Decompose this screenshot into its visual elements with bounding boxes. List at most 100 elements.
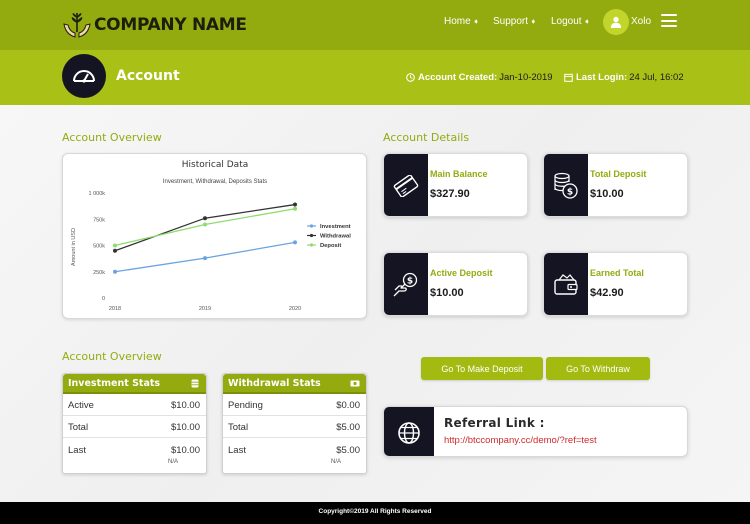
- divider: [63, 415, 206, 416]
- user-avatar[interactable]: [603, 9, 629, 35]
- stats-row-sub: N/A: [330, 459, 341, 465]
- overview-title: Account Overview: [62, 131, 162, 144]
- referral-title: Referral Link :: [444, 416, 545, 430]
- nav-home[interactable]: Home ➧: [444, 16, 479, 27]
- stats-row-value: $10.00: [170, 400, 200, 411]
- sign-in-icon: ➧: [583, 17, 591, 26]
- database-icon: [191, 379, 199, 388]
- main-balance-label: Main Balance: [430, 169, 488, 179]
- account-created-label: Account Created:: [418, 72, 498, 83]
- chart-title: Historical Data: [182, 160, 249, 170]
- make-deposit-button[interactable]: Go To Make Deposit: [421, 357, 543, 380]
- data-point-deposit: [203, 222, 207, 227]
- last-login-label: Last Login:: [576, 72, 628, 83]
- logo[interactable]: COMPANY NAME: [62, 10, 247, 40]
- coin-stack-icon: $: [554, 172, 578, 199]
- legend-label: Investment: [320, 224, 351, 230]
- stats-row-value: $0.00: [336, 400, 360, 411]
- withdraw-button[interactable]: Go To Withdraw: [546, 357, 650, 380]
- x-tick-label: 2020: [289, 306, 301, 312]
- globe-icon: [398, 421, 420, 444]
- sign-in-icon: ➧: [472, 17, 480, 26]
- dashboard-gauge-icon: [73, 70, 95, 83]
- details-title: Account Details: [383, 131, 470, 144]
- data-point-withdrawal: [293, 202, 297, 207]
- wallet-icon: [554, 274, 578, 295]
- account-created: Account Created: Jan-10-2019: [406, 72, 553, 83]
- credit-card-icon-box: [384, 154, 428, 216]
- withdrawal-stats-box: Withdrawal Stats Pending $0.00 Total $5.…: [222, 373, 367, 474]
- credit-card-icon: [393, 175, 419, 197]
- stats-row-value: $10.00: [170, 422, 200, 433]
- divider: [223, 437, 366, 438]
- stats-row-label: Last: [228, 445, 246, 456]
- user-icon: [610, 16, 622, 28]
- nav-logout[interactable]: Logout ➧: [551, 16, 590, 27]
- total-deposit-value: $10.00: [590, 188, 624, 200]
- copyright-text: Copyright©2019 All Rights Reserved: [318, 508, 432, 515]
- active-deposit-value: $10.00: [430, 287, 464, 299]
- investment-stats-header: Investment Stats: [63, 374, 206, 394]
- data-point-investment: [113, 269, 117, 274]
- clock-icon: [406, 73, 415, 82]
- svg-text:$: $: [567, 188, 573, 198]
- referral-link[interactable]: http://btccompany.cc/demo/?ref=test: [444, 435, 597, 446]
- series-line-deposit: [114, 208, 296, 247]
- legend-marker: [309, 233, 314, 238]
- overview-title-2: Account Overview: [62, 350, 162, 363]
- divider: [63, 437, 206, 438]
- earned-total-card: Earned Total $42.90: [543, 252, 688, 316]
- withdrawal-stats-title: Withdrawal Stats: [228, 378, 321, 389]
- earned-total-value: $42.90: [590, 287, 624, 299]
- legend-marker: [309, 224, 314, 228]
- investment-stats-title: Investment Stats: [68, 378, 161, 389]
- historical-chart-card: Historical Data Investment, Withdrawal, …: [62, 153, 367, 319]
- referral-card: Referral Link : http://btccompany.cc/dem…: [383, 406, 688, 457]
- nav-support[interactable]: Support ➧: [493, 16, 537, 27]
- total-deposit-label: Total Deposit: [590, 169, 647, 179]
- footer: Copyright©2019 All Rights Reserved: [0, 502, 750, 524]
- stats-row-label: Last: [68, 445, 86, 456]
- data-point-investment: [203, 256, 207, 261]
- main-balance-value: $327.90: [430, 188, 470, 200]
- active-deposit-label: Active Deposit: [430, 268, 493, 278]
- coin-stack-icon-box: $: [544, 154, 588, 216]
- legend-label: Withdrawal: [320, 234, 351, 240]
- chart-ylabel: Amount in USD: [71, 228, 77, 266]
- legend-marker: [309, 243, 314, 247]
- account-created-value: Jan-10-2019: [499, 72, 553, 83]
- globe-icon-box: [384, 407, 434, 456]
- stats-row-label: Total: [68, 422, 89, 433]
- calendar-icon: [564, 73, 573, 82]
- nav-support-label: Support: [493, 16, 529, 27]
- hand-money-icon: $: [393, 272, 418, 297]
- nav-logout-label: Logout: [551, 16, 582, 27]
- stats-row-value: $10.00: [170, 445, 200, 456]
- y-tick-label: 1 000k: [88, 191, 105, 197]
- wallet-icon-box: [544, 253, 588, 315]
- hands-plant-logo-icon: [63, 13, 91, 38]
- data-point-investment: [293, 240, 297, 245]
- money-bill-icon: [350, 380, 360, 387]
- investment-stats-box: Investment Stats Active $10.00 Total $10…: [62, 373, 207, 474]
- page-title: Account: [116, 68, 180, 84]
- legend-label: Deposit: [320, 243, 341, 249]
- data-point-withdrawal: [113, 248, 117, 253]
- total-deposit-card: $ Total Deposit $10.00: [543, 153, 688, 217]
- y-tick-label: 0: [102, 296, 105, 302]
- stats-row-label: Pending: [228, 400, 263, 411]
- y-tick-label: 750k: [93, 217, 105, 223]
- stats-row-value: $5.00: [336, 422, 360, 433]
- earned-total-label: Earned Total: [590, 268, 644, 278]
- y-tick-label: 500k: [93, 244, 105, 250]
- y-tick-label: 250k: [93, 270, 105, 276]
- chart-subtitle: Investment, Withdrawal, Deposits Stats: [163, 179, 267, 185]
- data-point-deposit: [293, 206, 297, 211]
- stats-row-label: Total: [228, 422, 249, 433]
- account-badge: [62, 54, 106, 98]
- user-name[interactable]: Xolo: [631, 16, 651, 27]
- menu-icon[interactable]: [661, 14, 677, 27]
- svg-text:$: $: [407, 277, 413, 287]
- data-point-withdrawal: [203, 216, 207, 221]
- stats-row-sub: N/A: [167, 459, 178, 465]
